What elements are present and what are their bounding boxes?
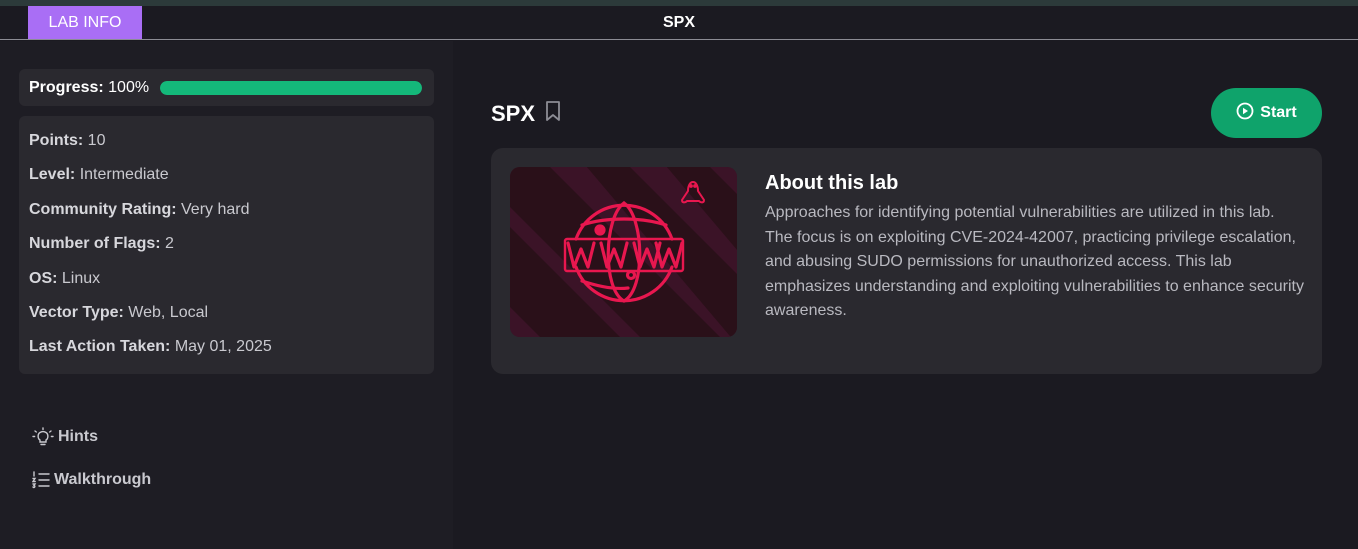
walkthrough-label: Walkthrough	[54, 471, 152, 488]
lab-image	[510, 167, 737, 337]
info-row-level: Level: Intermediate	[29, 165, 434, 199]
sidebar: Progress: 100% Points: 10 Level: Interme…	[0, 41, 453, 549]
info-value: May 01, 2025	[174, 338, 272, 356]
walkthrough-link[interactable]: Walkthrough	[32, 470, 151, 490]
progress-key: Progress:	[29, 78, 104, 96]
info-value: 10	[87, 132, 106, 149]
info-value: 2	[165, 235, 174, 253]
progress-bar	[160, 80, 423, 95]
lab-title: SPX	[491, 101, 536, 126]
progress-label: Progress: 100%	[29, 79, 149, 97]
info-row-number-of-flags: Number of Flags: 2	[29, 234, 434, 268]
info-key: Points:	[29, 132, 84, 149]
about-title: About this lab	[765, 172, 899, 194]
header-title: SPX	[662, 13, 695, 31]
about-description: Approaches for identifying potential vul…	[765, 204, 1304, 319]
about-card: About this lab Approaches for identifyin…	[491, 148, 1322, 374]
start-label: Start	[1260, 104, 1297, 121]
info-key: Level:	[29, 166, 76, 184]
info-row-os: OS: Linux	[29, 269, 434, 303]
info-value: Web, Local	[128, 303, 209, 321]
tab-lab-info[interactable]: LAB INFO	[28, 6, 142, 39]
info-key: Last Action Taken:	[29, 338, 171, 356]
info-key: Community Rating:	[29, 200, 177, 218]
info-row-points: Points: 10	[29, 131, 434, 165]
info-row-community-rating: Community Rating: Very hard	[29, 200, 434, 234]
info-key: Vector Type:	[29, 303, 124, 321]
hints-link[interactable]: Hints	[32, 427, 98, 447]
header-bar: LAB INFO SPX	[0, 6, 1358, 40]
lab-info-card: Points: 10 Level: Intermediate Community…	[19, 116, 434, 374]
numbered-list-icon	[32, 470, 50, 490]
lab-title-row: SPX	[491, 100, 561, 128]
progress-value: 100%	[108, 78, 150, 96]
info-key: OS:	[29, 269, 58, 287]
main-content: SPX Start About this lab Approaches for …	[453, 41, 1358, 549]
start-button[interactable]: Start	[1211, 88, 1322, 138]
info-value: Intermediate	[79, 166, 169, 184]
info-key: Number of Flags:	[29, 235, 161, 253]
lightbulb-icon	[32, 427, 54, 447]
progress-card: Progress: 100%	[19, 69, 434, 106]
hints-label: Hints	[58, 428, 98, 445]
play-circle-icon	[1236, 102, 1254, 125]
bookmark-icon[interactable]	[545, 100, 561, 128]
progress-bar-fill	[160, 80, 423, 95]
info-value: Linux	[61, 269, 101, 287]
info-row-last-action: Last Action Taken: May 01, 2025	[29, 337, 434, 371]
info-value: Very hard	[181, 200, 250, 218]
info-row-vector-type: Vector Type: Web, Local	[29, 303, 434, 337]
